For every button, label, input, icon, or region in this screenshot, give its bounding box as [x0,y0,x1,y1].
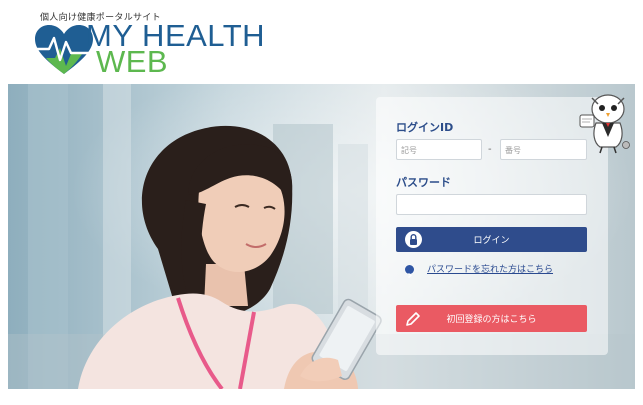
chevron-right-icon [405,265,414,279]
register-button[interactable]: 初回登録の方はこちら [396,305,587,332]
logo-text-web: WEB [96,44,169,79]
password-field[interactable] [396,194,587,215]
number-field[interactable]: 番号 [500,139,587,160]
login-button[interactable]: ログイン [396,227,587,252]
register-button-label: 初回登録の方はこちら [446,315,537,325]
forgot-password-link[interactable]: パスワードを忘れた方はこちら [427,262,553,275]
password-label: パスワード [396,176,451,189]
login-button-label: ログイン [473,236,510,246]
id-separator: - [488,144,492,155]
site-header: 個人向け健康ポータルサイト MY HEALTH WEB [0,0,643,84]
login-id-label: ログインID [396,121,454,134]
symbol-field[interactable]: 記号 [396,139,482,160]
